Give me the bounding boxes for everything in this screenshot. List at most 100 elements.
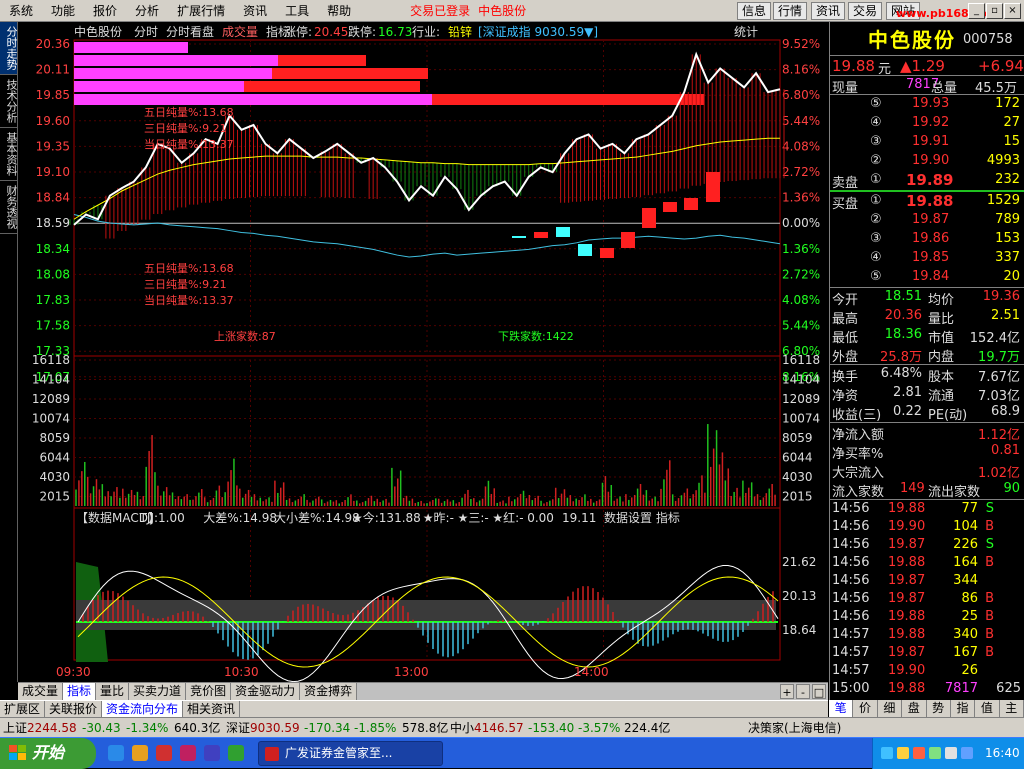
index-ticker: 上证 2244.58 -30.43 -1.34% 640.3亿 深证 9030.… <box>0 717 1024 737</box>
order-row[interactable]: 卖盘 ① 19.89 232 <box>830 171 1024 191</box>
quote-tab[interactable]: 细 <box>878 700 903 717</box>
ie-icon[interactable] <box>108 745 124 761</box>
hide-pane-icon[interactable]: □ <box>812 684 826 699</box>
side-tab[interactable]: 基本资料 <box>0 128 18 181</box>
menu-item[interactable]: 帮助 <box>318 0 360 22</box>
extension-tab[interactable]: 扩展区 <box>0 701 46 717</box>
order-row[interactable]: ② 19.87 789 <box>830 211 1024 230</box>
quote-tab[interactable]: 指 <box>951 700 976 717</box>
menu-item[interactable]: 分析 <box>126 0 168 22</box>
indicator-tab[interactable]: 资金搏弈 <box>300 683 358 700</box>
stat-value: 2.51 <box>991 308 1020 323</box>
remove-pane-icon[interactable]: - <box>796 684 810 699</box>
tray-icon[interactable] <box>881 747 893 759</box>
order-row[interactable]: ② 19.90 4993 <box>830 152 1024 171</box>
zx-value: 4146.57 <box>474 721 524 735</box>
quote-tab[interactable]: 笔 <box>829 700 854 717</box>
chart-mode-tab[interactable]: 成交量 <box>222 24 258 39</box>
tick-volume: 226 <box>953 537 978 552</box>
order-price: 19.90 <box>912 153 950 168</box>
macd-header-item: ★三:- <box>458 511 489 525</box>
index-link[interactable]: [深证成指 9030.59▼] <box>478 24 598 39</box>
indicator-tab[interactable]: 买卖力道 <box>129 683 187 700</box>
network-icon[interactable] <box>961 747 973 759</box>
order-row[interactable]: ④ 19.92 27 <box>830 114 1024 133</box>
side-tab[interactable]: 技术分析 <box>0 75 18 128</box>
order-level: ① <box>870 193 882 208</box>
extension-tab[interactable]: 相关资讯 <box>183 701 241 717</box>
extension-tab[interactable]: 关联报价 <box>45 701 103 717</box>
quote-price-row: 19.88 元 ▲1.29 +6.94 <box>830 56 1024 77</box>
start-button[interactable]: 开始 <box>0 738 96 769</box>
sh-value: 2244.58 <box>27 721 77 735</box>
order-row[interactable]: ⑤ 19.84 20 <box>830 268 1024 287</box>
tick-time: 14:56 <box>832 501 870 516</box>
chart-mode-tab[interactable]: 分时看盘 <box>166 24 214 39</box>
quote-tab[interactable]: 价 <box>853 700 878 717</box>
top-button[interactable]: 交易 <box>848 2 883 20</box>
chart-stock-name: 中色股份 <box>74 24 122 39</box>
tray-icon[interactable] <box>929 747 941 759</box>
menu-item[interactable]: 工具 <box>276 0 318 22</box>
quote-tab[interactable]: 主 <box>1000 700 1024 717</box>
app-icon[interactable] <box>156 745 172 761</box>
indicator-tab[interactable]: 资金驱动力 <box>231 683 301 700</box>
menu-item[interactable]: 扩展行情 <box>168 0 234 22</box>
quote-tab[interactable]: 值 <box>975 700 1000 717</box>
menu-item[interactable]: 功能 <box>42 0 84 22</box>
quote-tab[interactable]: 盘 <box>902 700 927 717</box>
order-row[interactable]: ④ 19.85 337 <box>830 249 1024 268</box>
tick-volume: 77 <box>961 501 978 516</box>
app2-icon[interactable] <box>180 745 196 761</box>
top-button[interactable]: 资讯 <box>811 2 846 20</box>
volume-icon[interactable] <box>945 747 957 759</box>
flow-label: 净流入额 <box>832 428 885 443</box>
add-pane-icon[interactable]: + <box>780 684 794 699</box>
order-row[interactable]: ③ 19.91 15 <box>830 133 1024 152</box>
menu-item[interactable]: 系统 <box>0 0 42 22</box>
order-row[interactable]: ⑤ 19.93 172 <box>830 95 1024 114</box>
side-tab[interactable]: 分时走势 <box>0 22 18 75</box>
price-tick: 20.36 <box>36 37 70 51</box>
restore-icon[interactable]: ▫ <box>986 3 1003 19</box>
order-row[interactable]: 买盘 ① 19.88 1529 <box>830 192 1024 212</box>
volume-tick-right: 10074 <box>782 412 820 426</box>
intraday-chart[interactable]: 中色股份 分时 分时看盘 成交量 指标涨停: 20.45 跌停: 16.73 行业: 铅锌 [深证成… <box>18 22 828 682</box>
macd-header-item[interactable]: 数据设置 指标 <box>604 510 680 525</box>
close-icon[interactable]: × <box>1004 3 1021 19</box>
indicator-tab[interactable]: 竞价图 <box>186 683 232 700</box>
clock: 16:40 <box>985 746 1020 760</box>
chart-area[interactable]: 中色股份 分时 分时看盘 成交量 指标 涨停: 20.45 跌停: 16.73 行业: 铅锌 [深证成… <box>18 22 828 682</box>
quote-panel-tabs: 笔价细盘势指值主 <box>829 700 1024 717</box>
strength-bar-red <box>244 81 420 92</box>
menu-item[interactable]: 报价 <box>84 0 126 22</box>
stat-value: 7.67亿 <box>978 370 1020 385</box>
top-button[interactable]: 行情 <box>773 2 808 20</box>
indicator-tab[interactable]: 量比 <box>96 683 130 700</box>
order-volume: 232 <box>995 172 1020 187</box>
app4-icon[interactable] <box>228 745 244 761</box>
stat-row: 收益(三) 0.22 PE(动) 68.9 <box>830 403 1024 423</box>
tray-icon[interactable] <box>913 747 925 759</box>
media-icon[interactable] <box>132 745 148 761</box>
chart-mode-tab[interactable]: 分时 <box>134 25 158 39</box>
tray-icon[interactable] <box>897 747 909 759</box>
tick-volume: 7817 <box>944 681 978 696</box>
taskbar-window-item[interactable]: 广发证券金管家至... <box>258 741 443 766</box>
indicator-tab[interactable]: 指标 <box>63 683 97 700</box>
tick-side: B <box>985 645 994 660</box>
quote-tab[interactable]: 势 <box>927 700 951 717</box>
stat-value: 7.03亿 <box>978 389 1020 404</box>
menu-item[interactable]: 资讯 <box>234 0 276 22</box>
volume-ratio-annotation: 当日纯量%:13.37 <box>144 137 234 151</box>
order-row[interactable]: ③ 19.86 153 <box>830 230 1024 249</box>
price-stats: 今开 18.51 均价 19.36 最高 20.36 量比 2.51 最低 18.36 市值 152.… <box>830 288 1024 365</box>
indicator-tab[interactable]: 成交量 <box>18 683 64 700</box>
top-button[interactable]: 信息 <box>737 2 772 20</box>
tick-volume: 164 <box>953 555 978 570</box>
minimize-icon[interactable]: _ <box>968 3 985 19</box>
side-tab[interactable]: 财务透视 <box>0 181 18 234</box>
app3-icon[interactable] <box>204 745 220 761</box>
extension-tab[interactable]: 资金流向分布 <box>102 701 184 717</box>
stat-button[interactable]: 统计 <box>734 25 758 39</box>
